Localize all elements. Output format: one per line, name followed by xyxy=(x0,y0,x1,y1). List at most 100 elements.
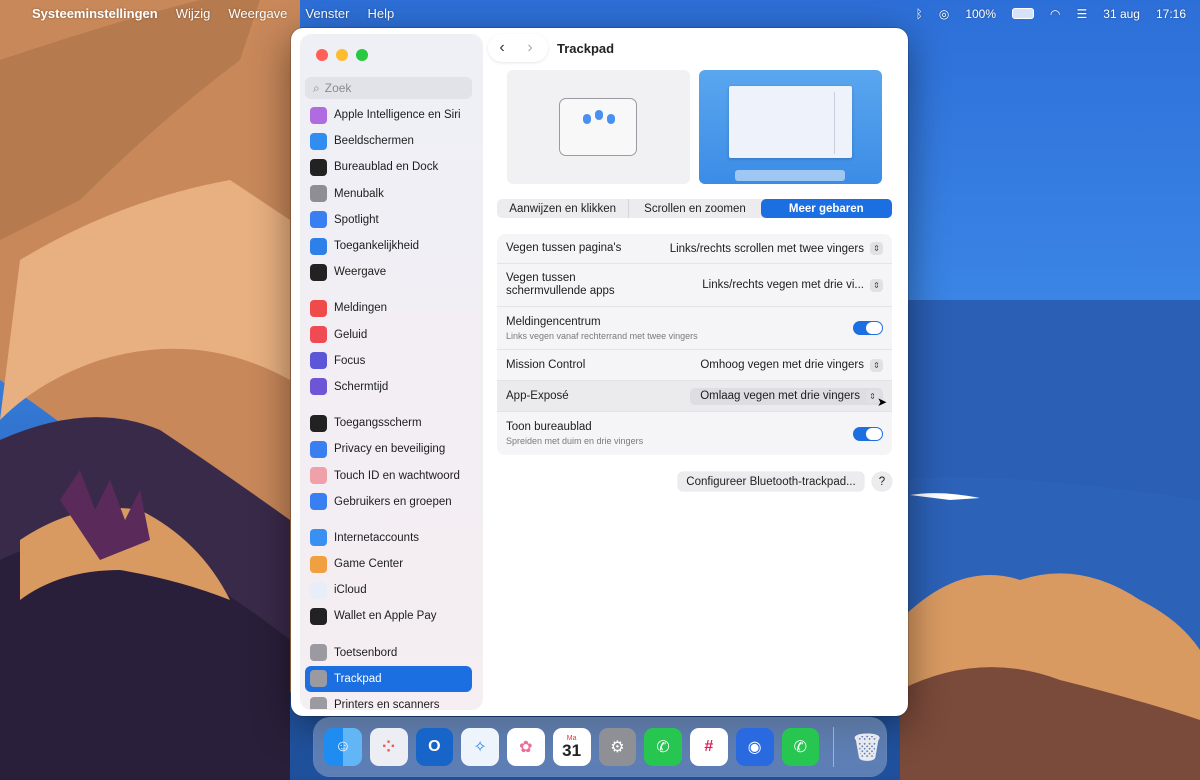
sidebar-item[interactable]: Spotlight xyxy=(305,207,472,233)
menu-app-name[interactable]: Systeeminstellingen xyxy=(32,6,158,21)
sidebar-item[interactable]: Menubalk xyxy=(305,181,472,207)
forward-button[interactable]: › xyxy=(516,34,544,62)
configure-bluetooth-trackpad-button[interactable]: Configureer Bluetooth-trackpad... xyxy=(678,472,864,491)
popup-value: Links/rechts scrollen met twee vingers xyxy=(669,242,864,255)
dock-dictionary-icon[interactable]: ◉ xyxy=(735,728,774,766)
control-center-icon[interactable]: ☰ xyxy=(1077,7,1088,21)
dock-finder-icon[interactable]: ☺ xyxy=(324,728,362,766)
sidebar-item[interactable]: Internetaccounts xyxy=(305,525,472,551)
battery-icon[interactable] xyxy=(1012,8,1035,19)
sidebar-item[interactable]: iCloud xyxy=(305,577,472,603)
sidebar-item[interactable]: Game Center xyxy=(305,551,472,577)
sidebar-item[interactable]: Gebruikers en groepen xyxy=(305,489,472,515)
dock-safari-icon[interactable]: ✧ xyxy=(461,728,499,766)
tab-meer-gebaren[interactable]: Meer gebaren xyxy=(760,199,892,218)
dock-photos-icon[interactable]: ✿ xyxy=(507,728,545,766)
setting-popup[interactable]: Links/rechts vegen met drie vi... ⇕ xyxy=(702,278,883,292)
setting-label: Mission Control xyxy=(506,358,586,371)
appearance-icon xyxy=(310,263,327,281)
sidebar-item-label: Menubalk xyxy=(334,187,384,200)
tab-bar: Aanwijzen en klikken Scrollen en zoomen … xyxy=(497,199,892,218)
dock-icon xyxy=(310,158,327,176)
bluetooth-icon[interactable]: ᛒ xyxy=(916,7,923,21)
sidebar-item[interactable]: Geluid xyxy=(305,322,472,348)
setting-label: Toon bureaublad xyxy=(506,421,592,433)
dock-whatsapp-icon[interactable]: ✆ xyxy=(644,728,682,766)
sidebar-item[interactable]: Weergave xyxy=(305,259,472,285)
wifi-icon[interactable]: ◠ xyxy=(1050,7,1060,21)
dock-outlook-icon[interactable]: O xyxy=(415,728,454,766)
hand-icon xyxy=(310,440,327,458)
minimize-button[interactable] xyxy=(336,49,348,61)
sidebar-item[interactable]: Touch ID en wachtwoord xyxy=(305,462,472,488)
lock-icon xyxy=(310,414,327,432)
setting-popup[interactable]: Omhoog vegen met drie vingers ⇕ xyxy=(700,358,883,372)
sidebar-item[interactable]: Beeldschermen xyxy=(305,128,472,154)
tab-scrollen[interactable]: Scrollen en zoomen xyxy=(628,199,760,218)
sidebar-item[interactable]: Meldingen xyxy=(305,295,472,321)
sidebar-item-label: Geluid xyxy=(334,328,368,341)
setting-popup[interactable]: Links/rechts scrollen met twee vingers ⇕ xyxy=(670,242,883,255)
sidebar-item[interactable]: Trackpad xyxy=(305,665,472,692)
setting-row: Meldingencentrum Links vegen vanaf recht… xyxy=(497,307,892,350)
menu-venster[interactable]: Venster xyxy=(305,6,349,21)
help-button[interactable]: ? xyxy=(872,472,892,491)
zoom-button[interactable] xyxy=(356,49,368,61)
window-controls xyxy=(316,49,368,61)
nav-buttons: ‹ › xyxy=(488,34,548,62)
sidebar-item[interactable]: Toetsenbord xyxy=(305,640,472,666)
at-icon xyxy=(310,529,327,547)
sidebar-item[interactable]: Toegankelijkheid xyxy=(305,233,472,259)
sidebar-item[interactable]: Schermtijd xyxy=(305,374,472,400)
sidebar-item[interactable]: Wallet en Apple Pay xyxy=(305,603,472,629)
hourglass-icon xyxy=(310,378,327,396)
toggle-switch[interactable] xyxy=(853,321,883,335)
sidebar-item[interactable]: Focus xyxy=(305,348,472,374)
dock: ☺ ⁘ O ✧ ✿ Ma 31 ⚙ ✆ # ◉ ✆ 🗑 xyxy=(314,718,886,776)
tab-aanwijzen[interactable]: Aanwijzen en klikken xyxy=(497,199,628,218)
toggle-switch[interactable] xyxy=(853,426,883,441)
airdrop-icon[interactable]: ◎ xyxy=(939,7,949,21)
dock-system-settings-icon[interactable]: ⚙ xyxy=(598,728,637,766)
sidebar-item-label: Toetsenbord xyxy=(334,646,398,659)
sidebar-item[interactable]: Apple Intelligence en Siri xyxy=(305,102,472,128)
wallet-icon xyxy=(310,607,327,625)
menu-date[interactable]: 31 aug xyxy=(1103,7,1140,21)
search-input[interactable]: ⌕ Zoek xyxy=(305,77,472,99)
users-icon xyxy=(310,493,327,511)
keyboard-icon xyxy=(310,644,327,662)
setting-row: App-Exposé Omlaag vegen met drie vingers… xyxy=(497,381,892,412)
back-button[interactable]: ‹ xyxy=(488,34,516,62)
dock-launchpad-icon[interactable]: ⁘ xyxy=(369,728,408,766)
sidebar-item-label: Beeldschermen xyxy=(334,135,414,148)
dock-whatsapp-beta-icon[interactable]: ✆ xyxy=(781,728,820,766)
menubar-icon xyxy=(310,185,327,203)
sidebar-item[interactable]: Printers en scanners xyxy=(305,692,472,709)
sidebar-item-label: Apple Intelligence en Siri xyxy=(334,109,461,122)
dock-trash-icon[interactable]: 🗑 xyxy=(848,728,886,766)
setting-description: Links vegen vanaf rechterrand met twee v… xyxy=(506,330,698,341)
updown-icon: ⇕ xyxy=(870,278,883,292)
sidebar-item-label: Trackpad xyxy=(334,672,382,685)
sidebar-item[interactable]: Toegangsscherm xyxy=(305,410,472,436)
menu-weergave[interactable]: Weergave xyxy=(228,6,287,21)
dock-separator xyxy=(833,727,835,767)
gesture-settings-panel: Vegen tussen pagina's Links/rechts scrol… xyxy=(497,234,892,455)
sidebar-item-label: Weergave xyxy=(334,266,387,279)
dock-calendar-icon[interactable]: Ma 31 xyxy=(552,728,591,766)
setting-label: Vegen tussen pagina's xyxy=(506,242,622,254)
dock-slack-icon[interactable]: # xyxy=(690,728,728,766)
menu-time[interactable]: 17:16 xyxy=(1156,7,1186,21)
menu-bar: Systeeminstellingen Wijzig Weergave Vens… xyxy=(0,0,1200,27)
fingerprint-icon xyxy=(310,467,327,485)
sun-icon xyxy=(310,132,327,150)
sidebar-item[interactable]: Privacy en beveiliging xyxy=(305,436,472,462)
menu-help[interactable]: Help xyxy=(368,6,395,21)
sidebar-item[interactable]: Bureaublad en Dock xyxy=(305,154,472,180)
setting-popup[interactable]: Omlaag vegen met drie vingers ⇕ xyxy=(690,387,883,405)
gesture-preview-screen xyxy=(699,70,882,184)
close-button[interactable] xyxy=(316,49,328,61)
menu-wijzig[interactable]: Wijzig xyxy=(176,6,211,21)
